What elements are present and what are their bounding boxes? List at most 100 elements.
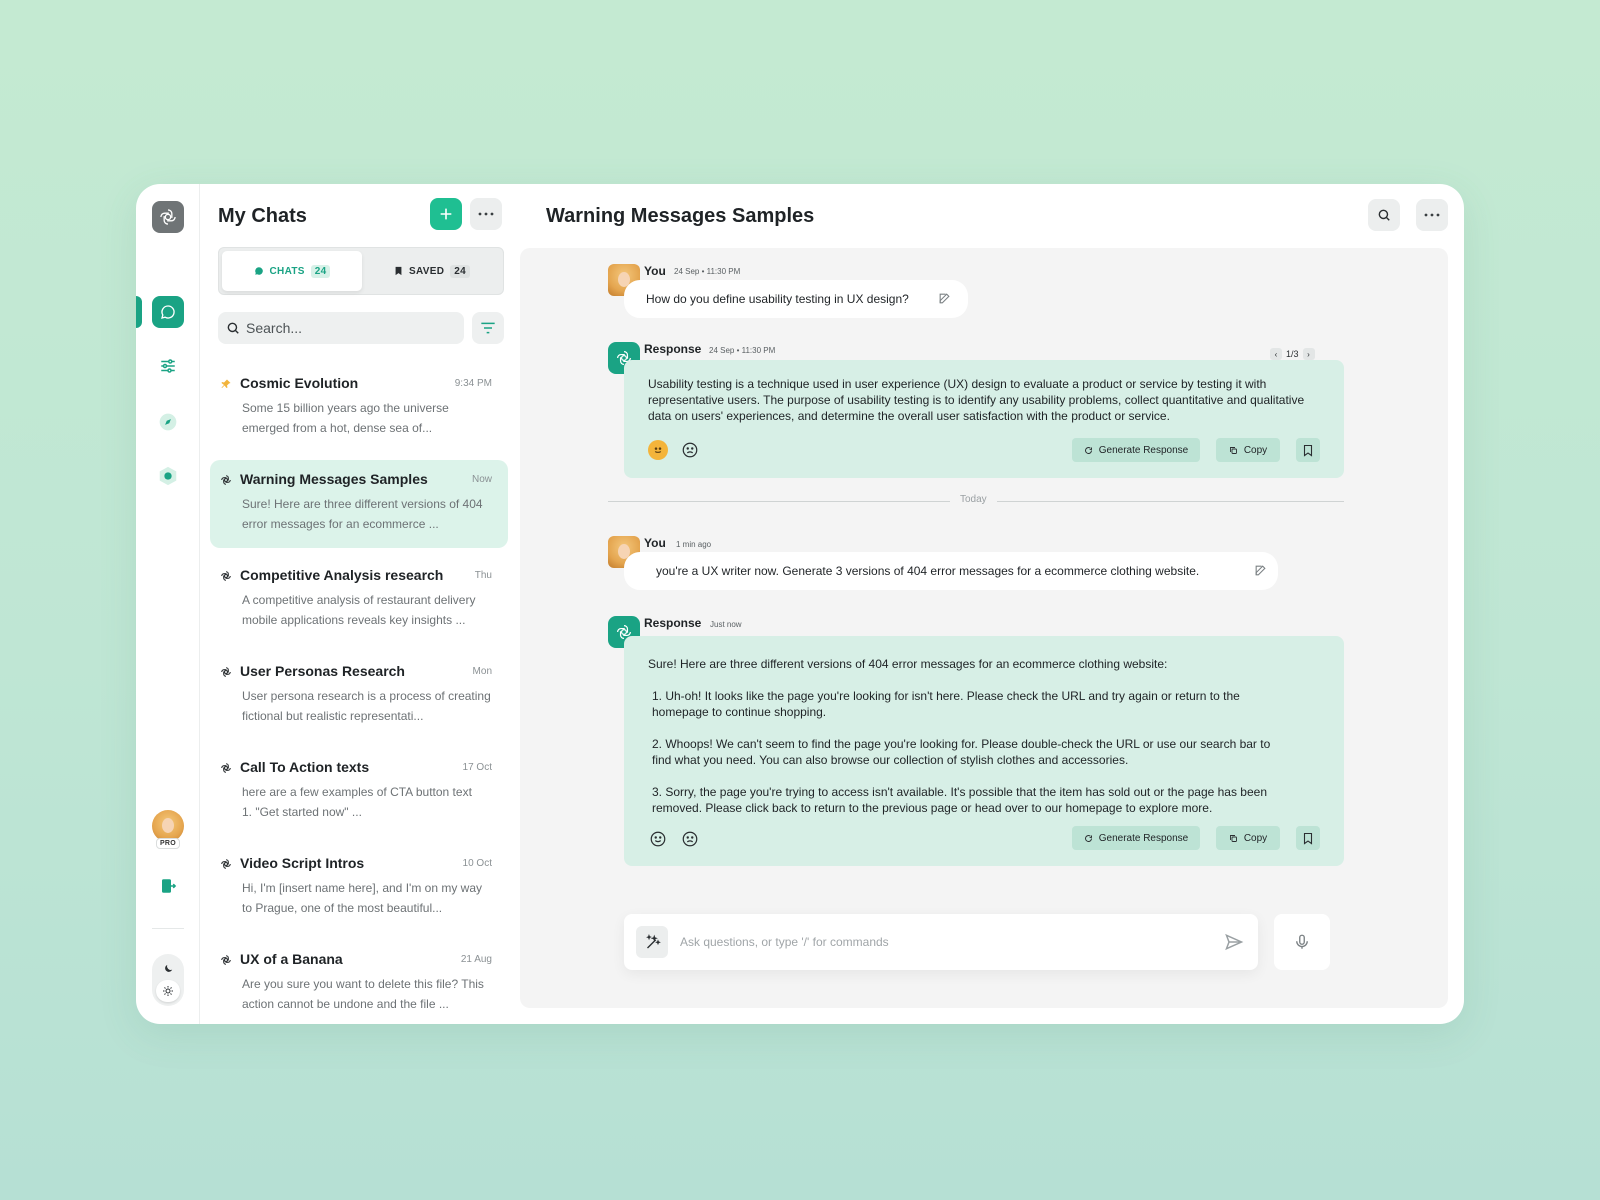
smile-icon[interactable] (648, 440, 668, 460)
generate-response-button[interactable]: Generate Response (1072, 826, 1200, 850)
message-composer (624, 914, 1258, 970)
edit-icon[interactable] (938, 292, 951, 305)
chat-item-preview: Sure! Here are three different versions … (242, 497, 483, 531)
ellipsis-icon (478, 212, 494, 216)
chat-item-time: 21 Aug (460, 954, 492, 965)
plugins-nav-button[interactable] (152, 460, 184, 492)
bookmark-button[interactable] (1296, 826, 1320, 850)
chat-item-time: 9:34 PM (454, 378, 492, 389)
bookmark-icon (1303, 832, 1313, 845)
chat-tabs: CHATS 24 SAVED 24 (218, 247, 504, 295)
moon-icon[interactable] (152, 957, 184, 979)
day-separator-label: Today (950, 494, 997, 505)
magic-wand-button[interactable] (636, 926, 668, 958)
copy-icon (1229, 834, 1237, 842)
chat-list-item[interactable]: Competitive Analysis research Thu A compet… (210, 556, 508, 644)
filter-icon (481, 322, 495, 334)
chat-list-item[interactable]: User Personas Research Mon User persona re… (210, 652, 508, 740)
chat-item-preview: User persona research is a process of cr… (242, 689, 491, 723)
send-icon[interactable] (1224, 932, 1244, 952)
chat-list-item[interactable]: Video Script Intros 10 Oct Hi, I'm [insert… (210, 844, 508, 932)
explore-nav-button[interactable] (152, 406, 184, 438)
icon-rail: PRO (136, 184, 200, 1024)
hexagon-icon (159, 466, 177, 486)
conversation-more-button[interactable] (1416, 199, 1448, 231)
chat-list-panel: My Chats CHATS 24 SAVED 24 Cos (200, 184, 510, 1024)
generate-response-label: Generate Response (1098, 444, 1189, 456)
chat-list-item[interactable]: Call To Action texts 17 Oct here are a few… (210, 748, 508, 836)
pro-badge: PRO (156, 838, 180, 849)
user-message-bubble: How do you define usability testing in U… (624, 280, 968, 318)
chevron-right-icon[interactable]: › (1302, 348, 1315, 360)
bookmark-icon (1303, 444, 1313, 457)
tab-chats[interactable]: CHATS 24 (222, 251, 362, 291)
new-chat-button[interactable] (430, 198, 462, 230)
chat-item-title: Competitive Analysis research (240, 567, 444, 583)
openai-icon (221, 859, 231, 869)
response-list-item: 1. Uh-oh! It looks like the page you're … (652, 689, 1240, 719)
settings-nav-button[interactable] (152, 350, 184, 382)
plus-icon (440, 208, 452, 220)
tab-saved[interactable]: SAVED 24 (362, 251, 502, 291)
smile-icon[interactable] (648, 829, 668, 849)
edit-icon[interactable] (1254, 564, 1267, 577)
refresh-icon (1084, 446, 1092, 454)
conversation-search-button[interactable] (1368, 199, 1400, 231)
chat-item-title: Cosmic Evolution (240, 375, 359, 391)
message-timestamp: 24 Sep • 11:30 PM (709, 346, 776, 355)
user-message-text: How do you define usability testing in U… (646, 292, 909, 306)
compass-icon (159, 413, 177, 431)
frown-icon[interactable] (680, 440, 700, 460)
response-text: Usability testing is a technique used in… (648, 377, 1305, 423)
openai-icon (221, 763, 231, 773)
message-timestamp: 1 min ago (676, 540, 712, 549)
message-input[interactable] (680, 930, 1200, 954)
theme-toggle[interactable] (152, 954, 184, 1006)
chat-list-more-button[interactable] (470, 198, 502, 230)
openai-icon (221, 667, 231, 677)
conversation-title: Warning Messages Samples (546, 205, 815, 227)
chat-nav-button[interactable] (152, 296, 184, 328)
chat-item-time: Thu (474, 570, 492, 581)
bookmark-icon (395, 266, 402, 276)
chat-list-item[interactable]: UX of a Banana 21 Aug Are you sure you wan… (210, 940, 508, 1024)
chat-item-preview: Hi, I'm [insert name here], and I'm on m… (242, 881, 482, 915)
conversation-area: You 24 Sep • 11:30 PM How do you define … (520, 248, 1448, 1008)
filter-button[interactable] (472, 312, 504, 344)
refresh-icon (1084, 834, 1092, 842)
sun-icon[interactable] (156, 980, 180, 1002)
frown-icon[interactable] (680, 829, 700, 849)
generate-response-button[interactable]: Generate Response (1072, 438, 1200, 462)
message-author: You (644, 264, 666, 278)
microphone-button[interactable] (1274, 914, 1330, 970)
logout-button[interactable] (152, 870, 184, 902)
chat-list-item[interactable]: Warning Messages Samples Now Sure! Here ar… (210, 460, 508, 548)
user-message-bubble: you're a UX writer now. Generate 3 versi… (624, 552, 1278, 590)
chat-item-time: Now (471, 474, 492, 485)
chat-item-title: Call To Action texts (240, 759, 370, 775)
search-input[interactable] (246, 320, 446, 336)
chevron-left-icon[interactable]: ‹ (1270, 348, 1282, 360)
copy-button[interactable]: Copy (1216, 826, 1280, 850)
magic-wand-icon (646, 934, 661, 949)
openai-icon (221, 571, 231, 581)
pin-icon (221, 379, 231, 388)
chat-item-preview: A competitive analysis of restaurant del… (242, 593, 476, 627)
response-intro: Sure! Here are three different versions … (648, 657, 1168, 671)
tab-chats-label: CHATS (269, 265, 305, 277)
chat-item-title: Warning Messages Samples (240, 471, 428, 487)
copy-button[interactable]: Copy (1216, 438, 1280, 462)
pager-label: 1/3 (1286, 349, 1299, 359)
app-logo[interactable] (152, 201, 184, 233)
response-pager: ‹ 1/3 › (1270, 348, 1315, 360)
response-list-item: 2. Whoops! We can't seem to find the pag… (652, 737, 1271, 767)
ellipsis-icon (1424, 213, 1440, 217)
chat-item-title: User Personas Research (240, 663, 405, 679)
chat-list-item[interactable]: Cosmic Evolution 9:34 PM Some 15 billion y… (210, 364, 508, 452)
chat-item-title: Video Script Intros (240, 855, 365, 871)
search-icon (1378, 209, 1390, 221)
sliders-icon (161, 359, 175, 373)
bookmark-button[interactable] (1296, 438, 1320, 462)
reaction-group (646, 826, 704, 852)
reaction-group (646, 437, 704, 463)
